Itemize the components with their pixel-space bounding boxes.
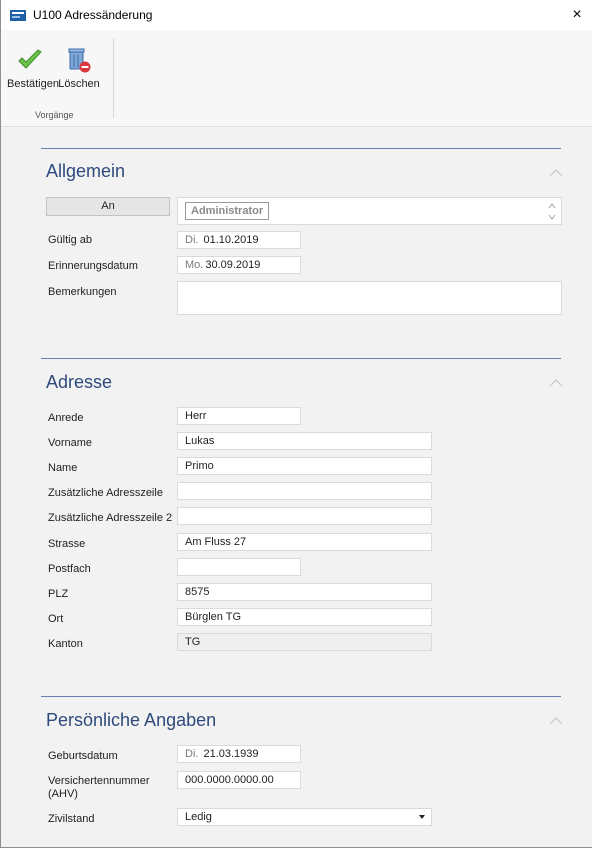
an-button[interactable]: An	[46, 197, 170, 216]
ahv-field[interactable]: 000.0000.0000.00	[177, 771, 301, 789]
bemerkungen-textarea[interactable]	[177, 281, 562, 315]
app-window: U100 Adressänderung × Bestätigen Löschen…	[0, 0, 592, 848]
chevron-up-icon[interactable]	[549, 168, 563, 178]
section-divider	[41, 696, 561, 697]
ahv-label-suffix: (AHV)	[48, 788, 78, 800]
vorname-field[interactable]: Lukas	[177, 432, 432, 450]
app-icon	[10, 10, 26, 21]
window-title: U100 Adressänderung	[33, 8, 153, 22]
section-divider	[41, 358, 561, 359]
ort-label: Ort	[48, 613, 64, 625]
erinnerungsdatum-label: Erinnerungsdatum	[48, 260, 138, 272]
geburtsdatum-date-field[interactable]: Di. 21.03.1939	[177, 745, 301, 763]
name-field[interactable]: Primo	[177, 457, 432, 475]
zivilstand-label: Zivilstand	[48, 813, 95, 825]
postfach-field[interactable]	[177, 558, 301, 576]
section-title-personal: Persönliche Angaben	[46, 710, 217, 730]
strasse-field[interactable]: Am Fluss 27	[177, 533, 432, 551]
geburtsdatum-label: Geburtsdatum	[48, 750, 118, 762]
bemerkungen-label: Bemerkungen	[48, 286, 117, 298]
section-title-allgemein: Allgemein	[46, 161, 126, 181]
adresszeile-2-label: Zusätzliche Adresszeile 2	[48, 512, 173, 524]
adresszeile-label: Zusätzliche Adresszeile	[48, 487, 163, 499]
kanton-label: Kanton	[48, 638, 83, 650]
chevron-up-icon[interactable]	[549, 378, 563, 388]
plz-field[interactable]: 8575	[177, 583, 432, 601]
strasse-label: Strasse	[48, 538, 86, 550]
date-value: 30.09.2019	[205, 259, 261, 271]
chevron-up-icon[interactable]	[549, 716, 563, 726]
trash-delete-icon	[68, 48, 91, 73]
delete-label: Löschen	[58, 78, 100, 90]
gueltig-ab-date-field[interactable]: Di. 01.10.2019	[177, 231, 301, 249]
weekday: Di.	[185, 748, 199, 760]
anrede-label: Anrede	[48, 412, 84, 424]
ribbon-toolbar: Bestätigen Löschen Vorgänge	[1, 30, 592, 127]
zivilstand-value: Ledig	[185, 811, 212, 823]
ort-field[interactable]: Bürglen TG	[177, 608, 432, 626]
ribbon-group-label: Vorgänge	[35, 110, 74, 120]
name-label: Name	[48, 462, 78, 474]
gueltig-ab-label: Gültig ab	[48, 234, 93, 246]
spin-buttons[interactable]	[547, 200, 557, 222]
confirm-label: Bestätigen	[7, 78, 59, 90]
kanton-field: TG	[177, 633, 432, 651]
dropdown-arrow-icon[interactable]	[419, 815, 425, 819]
vorname-label: Vorname	[48, 437, 93, 449]
ribbon-separator	[113, 38, 114, 118]
delete-button[interactable]: Löschen	[51, 44, 107, 104]
chevron-up-icon[interactable]	[547, 202, 557, 210]
recipient-field[interactable]: Administrator	[177, 197, 562, 225]
postfach-label: Postfach	[48, 563, 91, 575]
weekday: Di.	[185, 234, 199, 246]
confirm-button[interactable]: Bestätigen	[7, 44, 59, 104]
title-bar: U100 Adressänderung ×	[1, 0, 592, 30]
weekday: Mo.	[185, 259, 204, 271]
date-value: 21.03.1939	[203, 748, 259, 760]
close-button[interactable]: ×	[562, 0, 592, 30]
section-title-adresse: Adresse	[46, 372, 113, 392]
zivilstand-select[interactable]: Ledig	[177, 808, 432, 826]
chevron-down-icon[interactable]	[547, 213, 557, 221]
adresszeile-2-field[interactable]	[177, 507, 432, 525]
adresszeile-field[interactable]	[177, 482, 432, 500]
plz-label: PLZ	[48, 588, 69, 600]
date-value: 01.10.2019	[203, 234, 259, 246]
erinnerungsdatum-date-field[interactable]: Mo. 30.09.2019	[177, 256, 301, 274]
section-divider	[41, 148, 561, 149]
anrede-field[interactable]: Herr	[177, 407, 301, 425]
recipient-chip[interactable]: Administrator	[185, 202, 270, 220]
ahv-label: Versichertennummer	[48, 775, 150, 787]
check-icon	[18, 49, 42, 69]
